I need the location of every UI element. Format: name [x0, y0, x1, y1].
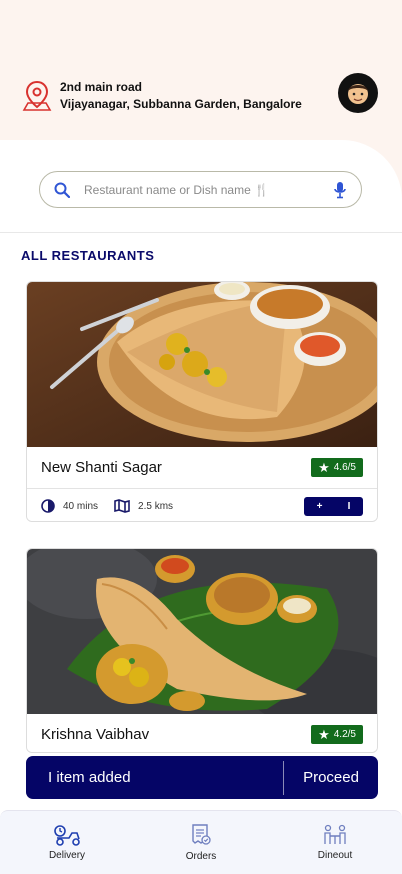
nav-item-delivery[interactable]: Delivery: [22, 824, 112, 861]
section-title: ALL RESTAURANTS: [21, 248, 155, 263]
restaurant-name: Krishna Vaibhav: [41, 726, 150, 743]
cart-bar[interactable]: I item added Proceed: [26, 756, 378, 799]
rating-badge: ★ 4.2/5: [311, 725, 363, 744]
star-icon: ★: [318, 726, 330, 742]
location-selector[interactable]: 2nd main road Vijayanagar, Subbanna Gard…: [22, 78, 342, 114]
restaurant-card[interactable]: Krishna Vaibhav ★ 4.2/5: [26, 548, 378, 753]
restaurant-name: New Shanti Sagar: [41, 459, 162, 476]
avatar-face-icon: [348, 84, 368, 104]
restaurant-image: [27, 282, 377, 447]
restaurant-card[interactable]: New Shanti Sagar ★ 4.6/5 40 mins 2.5 kms…: [26, 281, 378, 522]
star-icon: ★: [318, 459, 330, 475]
delivery-time-text: 40 mins: [63, 500, 99, 512]
search-icon[interactable]: [54, 182, 70, 198]
rating-value: 4.2/5: [333, 729, 356, 740]
microphone-icon[interactable]: [333, 181, 347, 199]
rating-value: 4.6/5: [333, 462, 356, 473]
card-header: Krishna Vaibhav ★ 4.2/5: [27, 714, 377, 752]
clock-icon: [41, 499, 55, 513]
orders-receipt-icon: [192, 824, 211, 845]
address-line-2: Vijayanagar, Subbanna Garden, Bangalore: [60, 97, 302, 111]
rating-badge: ★ 4.6/5: [311, 458, 363, 477]
divider: [0, 232, 402, 233]
distance: 2.5 kms: [114, 499, 173, 513]
card-meta: 40 mins 2.5 kms + I: [27, 489, 377, 521]
nav-item-dineout[interactable]: Dineout: [290, 824, 380, 861]
quantity-stepper[interactable]: + I: [304, 496, 363, 516]
map-icon: [114, 499, 130, 513]
nav-item-orders[interactable]: Orders: [156, 823, 246, 862]
location-pin-icon: [22, 80, 52, 111]
nav-label-orders: Orders: [185, 851, 217, 862]
dineout-table-icon: [324, 824, 346, 844]
stepper-minus-button[interactable]: +: [317, 501, 323, 512]
nav-label-delivery: Delivery: [48, 850, 86, 861]
avatar[interactable]: [338, 73, 378, 113]
delivery-time: 40 mins: [41, 499, 98, 513]
bottom-nav: Delivery Orders Dineout: [0, 810, 402, 874]
stepper-count: I: [347, 500, 351, 512]
distance-text: 2.5 kms: [138, 500, 174, 512]
proceed-button[interactable]: Proceed: [284, 769, 378, 786]
card-header: New Shanti Sagar ★ 4.6/5: [27, 447, 377, 489]
search-bar[interactable]: [39, 171, 362, 208]
cart-item-count: I item added: [48, 769, 131, 786]
restaurant-image: [27, 549, 377, 714]
delivery-scooter-icon: [54, 825, 80, 846]
nav-label-dineout: Dineout: [317, 850, 353, 861]
address-line-1: 2nd main road: [60, 80, 143, 94]
search-input[interactable]: [84, 182, 274, 197]
